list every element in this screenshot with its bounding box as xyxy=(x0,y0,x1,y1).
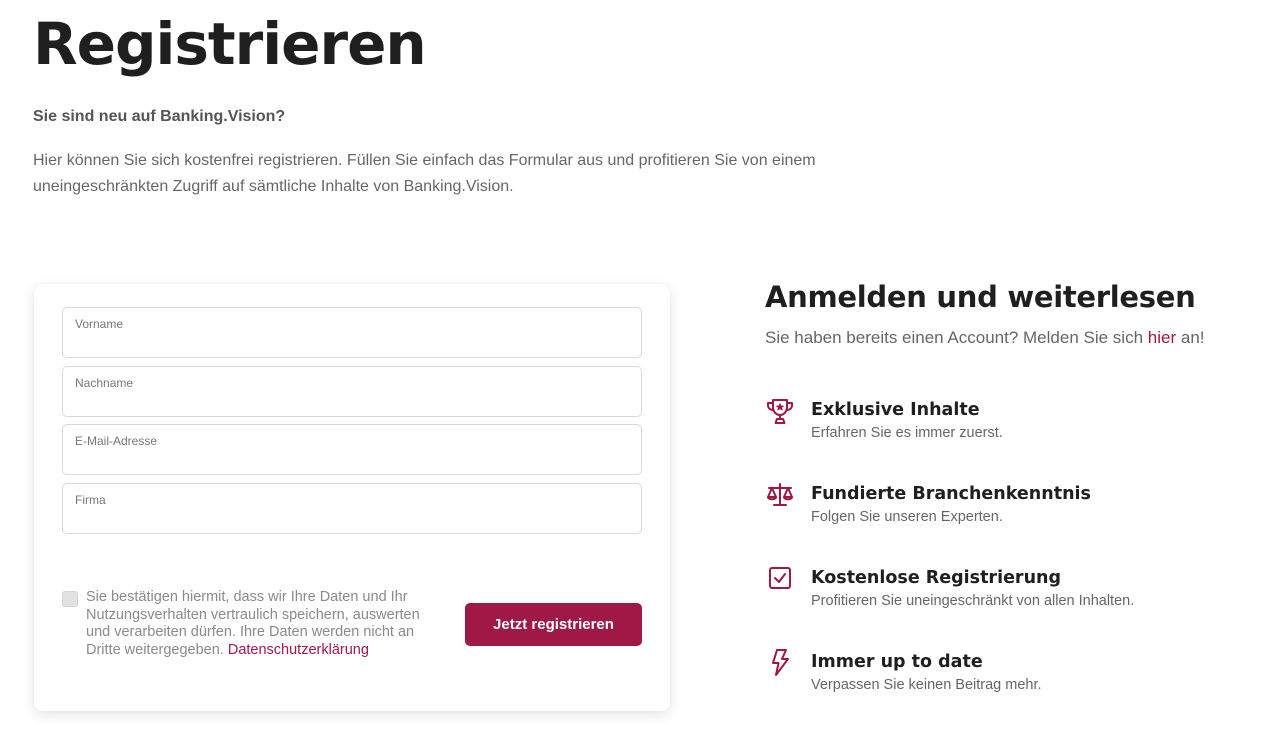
page-subtitle: Sie sind neu auf Banking.Vision? xyxy=(33,108,286,125)
feature-title: Fundierte Branchenkenntnis xyxy=(811,484,1091,504)
login-title: Anmelden und weiterlesen xyxy=(765,280,1196,314)
feature-title: Kostenlose Registrierung xyxy=(811,568,1062,588)
login-prompt: Sie haben bereits einen Account? Melden … xyxy=(765,328,1205,348)
last-name-label: Nachname xyxy=(75,376,134,390)
lightning-icon xyxy=(765,649,795,679)
consent-checkbox[interactable] xyxy=(62,591,78,607)
feature-description: Verpassen Sie keinen Beitrag mehr. xyxy=(811,677,1042,693)
register-button[interactable]: Jetzt registrieren xyxy=(465,603,642,646)
email-input[interactable] xyxy=(75,451,629,469)
feature-exclusive-content: Exklusive Inhalte Erfahren Sie es immer … xyxy=(765,397,1225,447)
company-input[interactable] xyxy=(75,510,629,528)
first-name-input[interactable] xyxy=(75,334,629,352)
intro-text: Hier können Sie sich kostenfrei registri… xyxy=(33,152,816,195)
login-link[interactable]: hier xyxy=(1148,328,1176,347)
feature-title: Exklusive Inhalte xyxy=(811,400,980,420)
company-field[interactable]: Firma xyxy=(62,483,642,534)
checkbox-icon xyxy=(765,565,795,595)
login-prompt-prefix: Sie haben bereits einen Account? Melden … xyxy=(765,328,1144,347)
privacy-policy-link[interactable]: Datenschutzerklärung xyxy=(228,642,369,658)
registration-form: Vorname Nachname E-Mail-Adresse Firma Si… xyxy=(34,284,670,711)
feature-up-to-date: Immer up to date Verpassen Sie keinen Be… xyxy=(765,649,1225,699)
company-label: Firma xyxy=(75,493,106,507)
trophy-icon xyxy=(765,397,795,427)
feature-description: Erfahren Sie es immer zuerst. xyxy=(811,425,1003,441)
scale-icon xyxy=(765,481,795,511)
last-name-input[interactable] xyxy=(75,393,629,411)
feature-description: Profitieren Sie uneingeschränkt von alle… xyxy=(811,593,1135,609)
page-title: Registrieren xyxy=(33,10,427,78)
consent-text: Sie bestätigen hiermit, dass wir Ihre Da… xyxy=(86,589,436,659)
feature-industry-knowledge: Fundierte Branchenkenntnis Folgen Sie un… xyxy=(765,481,1225,531)
login-prompt-suffix: an! xyxy=(1180,328,1205,347)
first-name-field[interactable]: Vorname xyxy=(62,307,642,358)
first-name-label: Vorname xyxy=(75,317,124,331)
last-name-field[interactable]: Nachname xyxy=(62,366,642,417)
feature-description: Folgen Sie unseren Experten. xyxy=(811,509,1003,525)
email-field[interactable]: E-Mail-Adresse xyxy=(62,424,642,475)
email-label: E-Mail-Adresse xyxy=(75,434,158,448)
feature-free-registration: Kostenlose Registrierung Profitieren Sie… xyxy=(765,565,1225,615)
feature-title: Immer up to date xyxy=(811,652,983,672)
